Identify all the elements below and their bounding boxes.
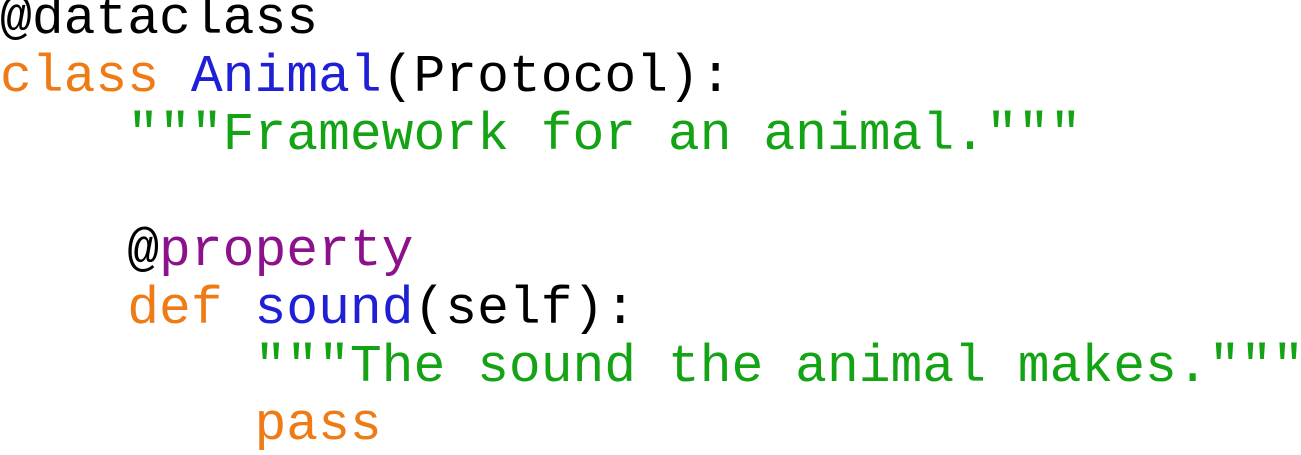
method-params: (self): (413, 279, 637, 339)
class-bases: (Protocol): (381, 47, 732, 107)
keyword-def: def (127, 279, 223, 339)
class-docstring: """Framework for an animal.""" (127, 105, 1082, 165)
code-line-4-blank (0, 164, 1301, 222)
code-line-3: """Framework for an animal.""" (0, 106, 1301, 164)
code-line-5: @property (0, 222, 1301, 280)
decorator-at: @ (0, 0, 32, 49)
method-docstring: """The sound the animal makes.""" (254, 337, 1301, 397)
code-line-8: pass (0, 396, 1301, 454)
code-line-1: @dataclass (0, 0, 1301, 48)
class-name: Animal (190, 47, 382, 107)
keyword-pass: pass (254, 395, 382, 455)
code-line-6: def sound(self): (0, 280, 1301, 338)
decorator-at: @ (127, 221, 160, 281)
code-line-7: """The sound the animal makes.""" (0, 338, 1301, 396)
decorator-dataclass: dataclass (31, 0, 319, 49)
keyword-class: class (0, 47, 160, 107)
code-line-2: class Animal(Protocol): (0, 48, 1301, 106)
method-name: sound (254, 279, 414, 339)
decorator-property: property (159, 221, 414, 281)
code-block: @dataclass class Animal(Protocol): """Fra… (0, 0, 1301, 454)
